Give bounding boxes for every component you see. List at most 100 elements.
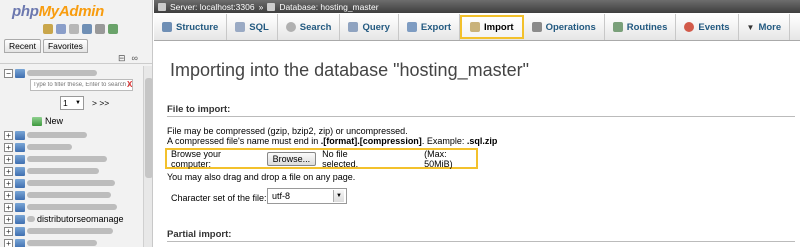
tree-row[interactable]: + <box>4 189 111 201</box>
tab-label: More <box>758 21 782 33</box>
operations-icon <box>531 22 542 32</box>
expand-node-icon[interactable]: + <box>4 214 13 224</box>
new-table-icon <box>32 116 42 126</box>
tree-item-new[interactable]: New <box>32 116 63 126</box>
tab-sql[interactable]: SQL <box>227 14 278 40</box>
expand-node-icon[interactable]: + <box>4 190 13 200</box>
table-icon <box>15 178 25 188</box>
docs-icon[interactable] <box>82 24 92 34</box>
tree-row[interactable]: + <box>4 165 99 177</box>
tab-import[interactable]: Import <box>460 15 524 39</box>
tree-row[interactable]: + <box>4 201 117 213</box>
tab-structure[interactable]: Structure <box>154 14 228 40</box>
home-icon[interactable] <box>43 24 53 34</box>
blurred-table-name <box>27 180 115 186</box>
tab-label: Export <box>420 21 452 33</box>
logo-text-myadmin: MyAdmin <box>38 3 105 20</box>
expand-node-icon[interactable]: + <box>4 238 13 247</box>
expand-node-icon[interactable]: + <box>4 226 13 236</box>
tab-label: Operations <box>545 21 596 33</box>
breadcrumb-server[interactable]: Server: localhost:3306 <box>170 2 255 12</box>
tab-favorites[interactable]: Favorites <box>42 39 88 53</box>
page-select[interactable]: 1 ▼ <box>60 96 84 110</box>
tree-row[interactable]: + <box>4 141 72 153</box>
expand-node-icon[interactable]: + <box>4 130 13 140</box>
export-icon <box>406 22 417 32</box>
file-browse-row: Browse your computer: Browse... No file … <box>165 148 478 169</box>
chevron-down-icon: ▼ <box>333 190 344 202</box>
blurred-table-name <box>27 240 97 246</box>
table-icon <box>15 202 25 212</box>
query-icon <box>348 22 359 32</box>
tab-label: Structure <box>176 21 219 33</box>
breadcrumb-database[interactable]: Database: hosting_master <box>279 2 378 12</box>
blurred-table-name <box>27 204 117 210</box>
phpmyadmin-logo[interactable]: phpMyAdmin <box>12 3 104 20</box>
settings-icon[interactable] <box>95 24 105 34</box>
format-note-prefix: A compressed file's name must end in <box>167 136 321 146</box>
tab-routines[interactable]: Routines <box>605 14 677 40</box>
collapse-node-icon[interactable]: − <box>4 68 13 78</box>
import-icon <box>470 22 481 32</box>
tree-row-expanded-db[interactable]: − <box>4 67 97 79</box>
tab-events[interactable]: Events <box>676 14 739 40</box>
server-icon <box>158 2 166 11</box>
file-status: No file selected. <box>322 148 359 169</box>
tab-label: SQL <box>249 21 269 33</box>
logo-text-php: php <box>12 3 39 20</box>
table-icon <box>15 154 25 164</box>
format-example: .sql.zip <box>466 136 498 146</box>
expand-node-icon[interactable]: + <box>4 154 13 164</box>
blurred-table-name <box>27 156 107 162</box>
tree-row[interactable]: + <box>4 177 115 189</box>
table-filter-input[interactable] <box>30 79 133 91</box>
page-next-link[interactable]: > >> <box>92 98 109 108</box>
tab-recent[interactable]: Recent <box>4 39 41 53</box>
table-icon <box>15 226 25 236</box>
section-divider <box>167 116 795 117</box>
tree-row[interactable]: + <box>4 153 107 165</box>
table-icon <box>15 190 25 200</box>
database-icon <box>15 68 25 78</box>
tree-row[interactable]: + <box>4 237 97 247</box>
reload-icon[interactable] <box>108 24 118 34</box>
tree-row[interactable]: + <box>4 129 87 141</box>
blurred-table-prefix <box>27 216 35 222</box>
expand-node-icon[interactable]: + <box>4 202 13 212</box>
query-window-icon[interactable] <box>69 24 79 34</box>
expand-node-icon[interactable]: + <box>4 178 13 188</box>
exit-icon[interactable] <box>56 24 66 34</box>
tab-search[interactable]: Search <box>278 14 341 40</box>
tree-row-distributor[interactable]: + distributorseomanage <box>4 213 124 225</box>
more-icon: ▼ <box>746 22 755 32</box>
filename-format-note: A compressed file's name must end in .[f… <box>167 136 497 146</box>
events-icon <box>684 22 695 32</box>
nav-scrollbar[interactable] <box>143 66 152 247</box>
file-section-heading: File to import: <box>167 104 231 115</box>
search-icon <box>285 22 296 32</box>
tab-export[interactable]: Export <box>399 14 461 40</box>
database-icon <box>267 2 276 11</box>
blurred-table-name <box>27 168 99 174</box>
drag-drop-note: You may also drag and drop a file on any… <box>167 172 356 182</box>
blurred-table-name <box>27 228 113 234</box>
sql-icon <box>235 22 246 32</box>
clear-filter-icon[interactable]: X <box>127 80 132 89</box>
browse-button[interactable]: Browse... <box>266 151 317 166</box>
page-title: Importing into the database "hosting_mas… <box>170 60 529 80</box>
tree-row[interactable]: + <box>4 225 113 237</box>
tab-more[interactable]: ▼ More <box>739 14 791 40</box>
charset-select[interactable]: utf-8 ▼ <box>267 188 347 204</box>
tab-operations[interactable]: Operations <box>524 14 605 40</box>
browse-label: Browse your computer: <box>171 148 222 169</box>
main-tab-bar: Structure SQL Search Query Export Import… <box>154 14 800 41</box>
expand-node-icon[interactable]: + <box>4 166 13 176</box>
tab-label: Query <box>362 21 390 33</box>
tab-label: Search <box>299 21 332 33</box>
scroll-thumb[interactable] <box>145 78 152 178</box>
expand-node-icon[interactable]: + <box>4 142 13 152</box>
tree-item-label: distributorseomanage <box>37 214 124 224</box>
tab-query[interactable]: Query <box>340 14 399 40</box>
compression-note: File may be compressed (gzip, bzip2, zip… <box>167 126 408 136</box>
blurred-table-name <box>27 144 72 150</box>
